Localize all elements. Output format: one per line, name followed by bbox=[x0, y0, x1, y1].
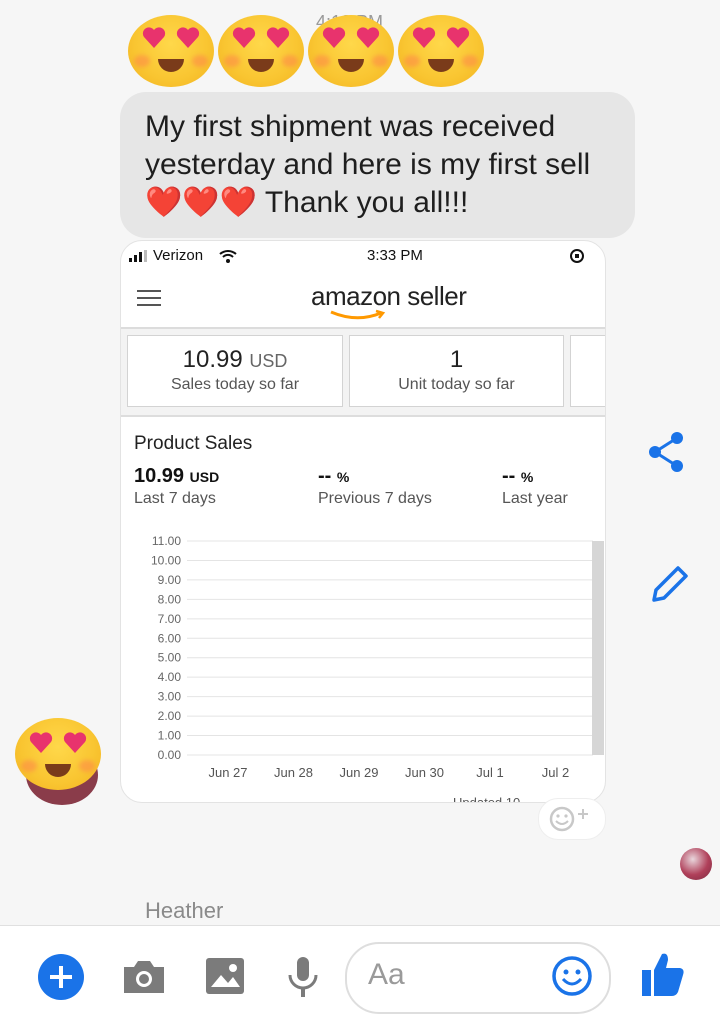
metric-value: -- bbox=[502, 465, 516, 487]
message-input-placeholder: Aa bbox=[368, 958, 405, 991]
heart-eyes-emoji-icon bbox=[308, 15, 394, 87]
add-reaction-icon bbox=[549, 806, 588, 832]
metric-unit: % bbox=[336, 469, 350, 485]
sales-today-value: 10.99 bbox=[182, 346, 243, 373]
carrier-name: Verizon bbox=[153, 247, 204, 264]
metric-label: Last year bbox=[502, 490, 568, 507]
camera-icon[interactable] bbox=[122, 957, 166, 995]
thumbs-up-icon[interactable] bbox=[640, 950, 686, 998]
sender-name: Heather bbox=[145, 898, 224, 923]
amazon-smile-icon bbox=[330, 309, 386, 320]
sales-today-unit: USD bbox=[249, 351, 288, 371]
plus-icon[interactable] bbox=[37, 953, 85, 1001]
read-receipt-avatar bbox=[680, 848, 712, 880]
product-sales-title: Product Sales bbox=[134, 433, 253, 454]
metric-previous-7-days: -- % Previous 7 days bbox=[318, 465, 432, 508]
x-tick-label: Jun 30 bbox=[405, 765, 444, 779]
metric-value: -- bbox=[318, 465, 332, 487]
x-tick-label: Jun 27 bbox=[208, 765, 247, 779]
phone-status-bar: Verizon 3:33 PM bbox=[121, 241, 605, 271]
emoji-icon[interactable] bbox=[551, 955, 593, 997]
amazon-app-bar: amazon seller bbox=[121, 271, 605, 329]
metric-label: Previous 7 days bbox=[318, 490, 432, 507]
heart-eyes-emoji-icon bbox=[128, 15, 214, 87]
edit-icon[interactable] bbox=[648, 562, 692, 606]
chart-scrollbar[interactable] bbox=[592, 541, 604, 755]
metric-last-7-days: 10.99 USD Last 7 days bbox=[134, 465, 219, 508]
amazon-seller-logo: amazon seller bbox=[311, 281, 467, 311]
metric-unit: % bbox=[520, 469, 534, 485]
x-tick-label: Jun 29 bbox=[339, 765, 378, 779]
y-tick-label: 5.00 bbox=[158, 651, 182, 665]
y-tick-label: 4.00 bbox=[158, 670, 182, 684]
signal-icon bbox=[129, 250, 147, 262]
units-today-card[interactable]: 1 Unit today so far bbox=[349, 335, 564, 407]
heart-eyes-emoji-icon bbox=[15, 718, 101, 790]
heart-eyes-emoji-icon bbox=[398, 15, 484, 87]
metric-last-year: -- % Last year bbox=[502, 465, 568, 508]
metric-label: Last 7 days bbox=[134, 490, 216, 507]
next-card[interactable] bbox=[570, 335, 605, 407]
y-tick-label: 7.00 bbox=[158, 612, 182, 626]
message-text: My first shipment was received yesterday… bbox=[145, 110, 591, 219]
updated-text: Updated 10... bbox=[453, 795, 532, 803]
summary-cards: 10.99 USD Sales today so far 1 Unit toda… bbox=[121, 329, 605, 417]
y-tick-label: 1.00 bbox=[158, 729, 182, 743]
rotation-lock-icon bbox=[570, 249, 584, 263]
y-tick-label: 3.00 bbox=[158, 690, 182, 704]
heart-eyes-emoji-icon bbox=[218, 15, 304, 87]
shared-image[interactable]: Verizon 3:33 PM amazon seller 10.99 USD … bbox=[120, 240, 606, 803]
y-tick-label: 10.00 bbox=[151, 553, 181, 567]
share-icon[interactable] bbox=[646, 430, 686, 474]
sales-today-card[interactable]: 10.99 USD Sales today so far bbox=[127, 335, 343, 407]
image-icon[interactable] bbox=[205, 957, 245, 995]
y-tick-label: 8.00 bbox=[158, 592, 182, 606]
wifi-icon bbox=[219, 250, 237, 263]
y-tick-label: 2.00 bbox=[158, 709, 182, 723]
x-tick-label: Jun 28 bbox=[274, 765, 313, 779]
y-tick-label: 6.00 bbox=[158, 631, 182, 645]
add-reaction-button[interactable] bbox=[538, 798, 606, 840]
sales-chart: 0.00 1.00 2.00 3.00 4.00 5.00 6.00 7.00 8.00 9.00… bbox=[151, 534, 604, 779]
x-tick-label: Jul 1 bbox=[476, 765, 503, 779]
x-tick-label: Jul 2 bbox=[542, 765, 569, 779]
y-tick-label: 0.00 bbox=[158, 748, 182, 762]
microphone-icon[interactable] bbox=[286, 955, 320, 999]
status-time: 3:33 PM bbox=[367, 247, 423, 264]
y-tick-label: 11.00 bbox=[152, 534, 181, 548]
sales-today-label: Sales today so far bbox=[170, 376, 300, 393]
units-today-value: 1 bbox=[449, 346, 464, 373]
units-today-label: Unit today so far bbox=[398, 376, 515, 393]
y-tick-label: 9.00 bbox=[158, 573, 182, 587]
metric-unit: USD bbox=[189, 469, 220, 485]
metric-value: 10.99 bbox=[134, 465, 185, 487]
hamburger-menu-icon[interactable] bbox=[137, 289, 161, 307]
